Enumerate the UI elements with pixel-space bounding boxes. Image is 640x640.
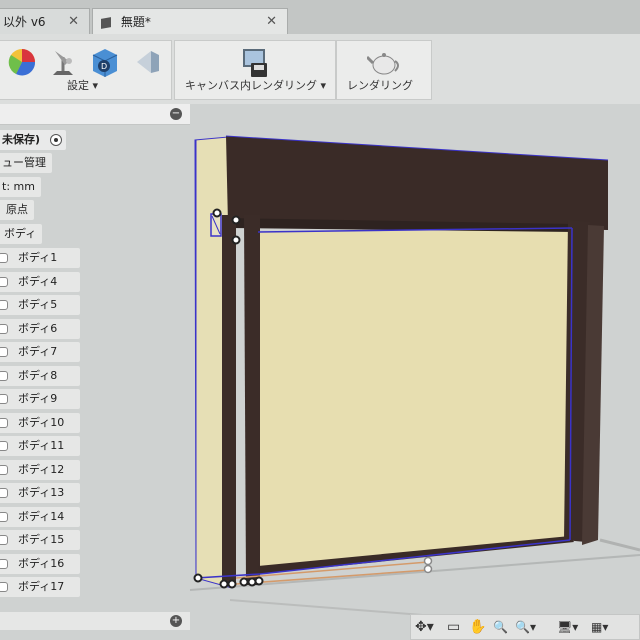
item-label: 原点 xyxy=(6,203,28,216)
radio-icon[interactable] xyxy=(49,134,62,146)
body-label: ボディ16 xyxy=(18,557,65,570)
body-label: ボディ8 xyxy=(18,369,58,382)
body-list-item[interactable]: ボディ7 xyxy=(0,342,80,362)
visibility-toggle-icon[interactable] xyxy=(0,324,8,334)
body-list-item[interactable]: ボディ6 xyxy=(0,319,80,339)
body-label: ボディ15 xyxy=(18,533,65,546)
visibility-toggle-icon[interactable] xyxy=(0,277,8,287)
body-label: ボディ13 xyxy=(18,486,65,499)
post-left-inner[interactable] xyxy=(244,215,260,585)
body-label: ボディ1 xyxy=(18,251,58,264)
visibility-toggle-icon[interactable] xyxy=(0,418,8,428)
visibility-toggle-icon[interactable] xyxy=(0,347,8,357)
browser-item-named-views[interactable]: ュー管理 xyxy=(0,153,52,173)
look-at-icon[interactable]: ▭ xyxy=(447,615,460,639)
item-label: ボディ xyxy=(4,227,37,240)
zoom-icon[interactable]: 🔍 xyxy=(493,615,508,639)
ground-line xyxy=(599,538,640,552)
body-list-item[interactable]: ボディ12 xyxy=(0,460,80,480)
body-label: ボディ9 xyxy=(18,392,58,405)
navigation-bar: ✥▾ ▭ ✋ 🔍 🔍▾ 🖥▾ ▦▾ xyxy=(410,614,640,640)
browser-footer: + xyxy=(0,612,190,630)
body-list-item[interactable]: ボディ4 xyxy=(0,272,80,292)
zoom-window-icon[interactable]: 🔍▾ xyxy=(515,615,536,639)
visibility-toggle-icon[interactable] xyxy=(0,535,8,545)
body-label: ボディ12 xyxy=(18,463,65,476)
canvas-viewport[interactable] xyxy=(0,0,640,640)
body-label: ボディ7 xyxy=(18,345,58,358)
body-list-item[interactable]: ボディ8 xyxy=(0,366,80,386)
visibility-toggle-icon[interactable] xyxy=(0,441,8,451)
browser-item-units[interactable]: t: mm xyxy=(0,177,41,197)
main-panel[interactable] xyxy=(258,228,572,568)
add-button[interactable]: + xyxy=(170,615,182,627)
body-list-item[interactable]: ボディ17 xyxy=(0,577,80,597)
body-label: ボディ14 xyxy=(18,510,65,523)
visibility-toggle-icon[interactable] xyxy=(0,512,8,522)
body-list-item[interactable]: ボディ14 xyxy=(0,507,80,527)
item-label: t: mm xyxy=(2,180,35,193)
visibility-toggle-icon[interactable] xyxy=(0,371,8,381)
orbit-icon[interactable]: ✥▾ xyxy=(415,615,434,639)
body-list-item[interactable]: ボディ15 xyxy=(0,530,80,550)
post-left-front[interactable] xyxy=(222,215,236,585)
body-list-item[interactable]: ボディ16 xyxy=(0,554,80,574)
body-label: ボディ10 xyxy=(18,416,65,429)
body-label: ボディ4 xyxy=(18,275,58,288)
visibility-toggle-icon[interactable] xyxy=(0,394,8,404)
visibility-toggle-icon[interactable] xyxy=(0,253,8,263)
visibility-toggle-icon[interactable] xyxy=(0,488,8,498)
body-label: ボディ6 xyxy=(18,322,58,335)
browser-item-bodies[interactable]: ボディ xyxy=(0,224,43,244)
visibility-toggle-icon[interactable] xyxy=(0,300,8,310)
browser-header: − xyxy=(0,104,190,125)
body-list-item[interactable]: ボディ5 xyxy=(0,295,80,315)
root-label: 未保存) xyxy=(2,133,41,146)
body-label: ボディ11 xyxy=(18,439,65,452)
grid-settings-icon[interactable]: ▦▾ xyxy=(591,615,608,639)
body-list-item[interactable]: ボディ9 xyxy=(0,389,80,409)
body-list-item[interactable]: ボディ10 xyxy=(0,413,80,433)
browser-item-origin[interactable]: 原点 xyxy=(0,200,34,220)
display-settings-icon[interactable]: 🖥▾ xyxy=(557,615,578,639)
visibility-toggle-icon[interactable] xyxy=(0,582,8,592)
pan-icon[interactable]: ✋ xyxy=(469,615,486,639)
body-label: ボディ17 xyxy=(18,580,65,593)
item-label: ュー管理 xyxy=(2,156,46,169)
body-list-item[interactable]: ボディ1 xyxy=(0,248,80,268)
body-list-item[interactable]: ボディ11 xyxy=(0,436,80,456)
body-label: ボディ5 xyxy=(18,298,58,311)
visibility-toggle-icon[interactable] xyxy=(0,465,8,475)
browser-root[interactable]: 未保存) xyxy=(0,130,66,150)
collapse-button[interactable]: − xyxy=(170,108,182,120)
header-beam[interactable] xyxy=(226,136,608,230)
body-list-item[interactable]: ボディ13 xyxy=(0,483,80,503)
visibility-toggle-icon[interactable] xyxy=(0,559,8,569)
